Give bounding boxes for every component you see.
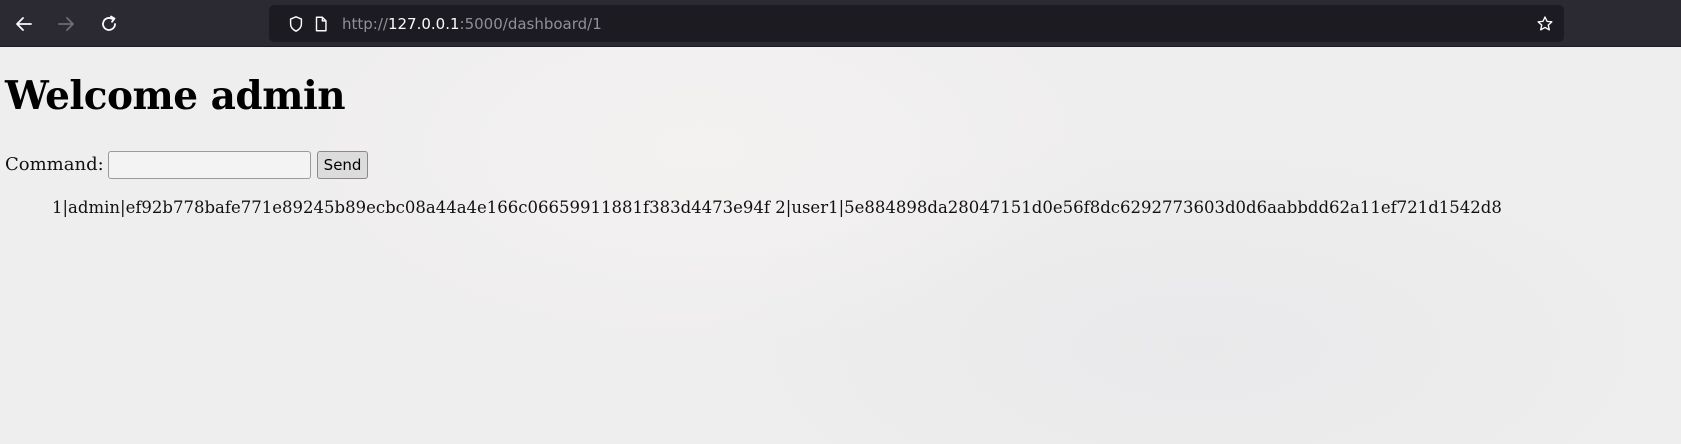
forward-button[interactable] bbox=[53, 11, 79, 37]
star-icon[interactable] bbox=[1535, 14, 1555, 34]
arrow-right-icon bbox=[58, 17, 74, 31]
url-bar[interactable]: http://127.0.0.1:5000/dashboard/1 bbox=[269, 5, 1564, 42]
command-label: Command: bbox=[5, 154, 104, 175]
arrow-left-icon bbox=[16, 17, 32, 31]
back-button[interactable] bbox=[11, 11, 37, 37]
shield-icon[interactable] bbox=[286, 14, 306, 34]
url-text[interactable]: http://127.0.0.1:5000/dashboard/1 bbox=[342, 14, 602, 34]
command-input[interactable] bbox=[107, 151, 311, 179]
reload-button[interactable] bbox=[96, 11, 122, 37]
url-path: :5000/dashboard/1 bbox=[459, 15, 602, 33]
command-form: Command: Send bbox=[5, 150, 369, 180]
send-button[interactable]: Send bbox=[316, 151, 369, 179]
url-host: 127.0.0.1 bbox=[387, 15, 460, 33]
command-output: 1|admin|ef92b778bafe771e89245b89ecbc08a4… bbox=[52, 198, 1502, 217]
reload-icon bbox=[102, 15, 116, 31]
page-title: Welcome admin bbox=[5, 73, 346, 119]
url-prefix: http:// bbox=[342, 15, 388, 33]
browser-toolbar: http://127.0.0.1:5000/dashboard/1 bbox=[0, 0, 1681, 47]
page-content: Welcome admin Command: Send 1|admin|ef92… bbox=[0, 47, 1681, 444]
page-icon[interactable] bbox=[311, 14, 331, 34]
